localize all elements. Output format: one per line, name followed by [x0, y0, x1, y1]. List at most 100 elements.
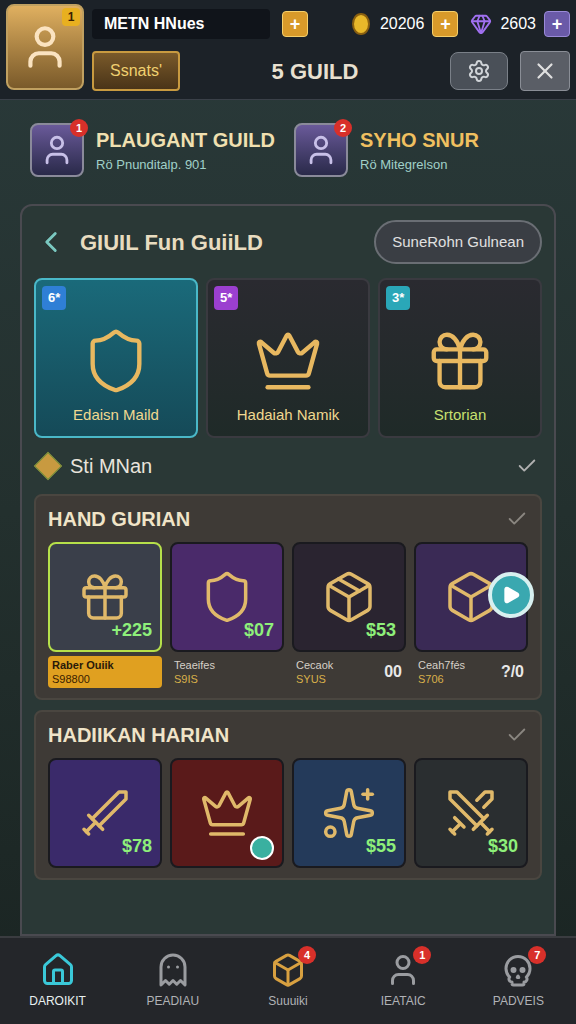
reward-section: HAND GURIAN +225Raber OuiikS98800 $07 Teaei… — [34, 494, 542, 700]
guild-entry[interactable]: 1PLAUGANT GUILDRö Pnunditalp. 901 — [30, 123, 282, 177]
player-name: METN HNues — [104, 12, 204, 36]
item-tile[interactable]: $30 — [414, 758, 528, 868]
item-icon — [77, 569, 133, 625]
featured-card[interactable]: 6* Edaisn Maild — [34, 278, 198, 438]
nav-label: IEATAIC — [381, 992, 426, 1010]
item-tile[interactable] — [170, 758, 284, 868]
panel-button[interactable]: SuneRohn Gulnean — [374, 220, 542, 264]
item-tile[interactable]: $07 TeaeifesS9IS — [170, 542, 284, 688]
item-label: Ceah7fésS706?/0 — [414, 656, 528, 688]
nav-item[interactable]: PEADIAU — [115, 938, 230, 1024]
nav-badge: 1 — [413, 946, 431, 964]
item-icon — [77, 785, 133, 841]
stats-button[interactable]: Ssnats' — [92, 51, 180, 91]
subheader-title: Sti MNan — [70, 451, 504, 481]
nav-item[interactable]: DAROIKIT — [0, 938, 115, 1024]
gem-amount: 2603 — [500, 12, 536, 36]
star-badge: 5* — [214, 286, 238, 310]
plus-button[interactable]: + — [282, 11, 308, 37]
play-icon — [501, 585, 521, 605]
nav-item[interactable]: 7 PADVEIS — [461, 938, 576, 1024]
item-tile[interactable]: $53 CecaokSYUS00 — [292, 542, 406, 688]
section-title: HAND GURIAN — [48, 504, 506, 534]
featured-name: Edaisn Maild — [73, 404, 159, 427]
item-extra: ?/0 — [501, 660, 524, 684]
item-label: Raber OuiikS98800 — [48, 656, 162, 688]
item-sub: S706 — [418, 672, 465, 686]
item-label: TeaeifesS9IS — [170, 656, 284, 688]
guild-avatar-icon — [304, 133, 338, 167]
guild-name: SYHO SNUR — [360, 125, 479, 155]
item-price: $53 — [366, 617, 396, 644]
guild-name: PLAUGANT GUILD — [96, 125, 275, 155]
player-portrait-icon — [20, 22, 70, 72]
item-price: $78 — [122, 833, 152, 860]
action-button[interactable] — [250, 836, 274, 860]
item-name: Teaeifes — [174, 658, 215, 672]
star-badge: 6* — [42, 286, 66, 310]
settings-button[interactable] — [450, 52, 508, 90]
item-price: $07 — [244, 617, 274, 644]
nav-label: PADVEIS — [493, 992, 544, 1010]
item-icon — [199, 785, 255, 841]
guild-badge: 2 — [334, 119, 352, 137]
guild-entry[interactable]: 2SYHO SNURRö Mitegrelson — [294, 123, 546, 177]
level-badge: 1 — [62, 8, 80, 26]
nav-item[interactable]: 1 IEATAIC — [346, 938, 461, 1024]
item-name: Raber Ouiik — [52, 658, 114, 672]
item-label: CecaokSYUS00 — [292, 656, 406, 688]
guild-screen: 1METN HNues+20206+2603+Ssnats'5 GUILD1PL… — [0, 0, 576, 1024]
panel-header: GIUIL Fun GuiiLD SuneRohn Gulnean — [34, 216, 542, 268]
subheader-icon — [34, 452, 62, 480]
screen-title: 5 GUILD — [272, 55, 359, 88]
featured-card[interactable]: 5* Hadaiah Namik — [206, 278, 370, 438]
play-button[interactable] — [488, 572, 534, 618]
check-icon[interactable] — [506, 724, 528, 746]
nav-icon — [155, 952, 191, 988]
star-badge: 3* — [386, 286, 410, 310]
guild-panel: GIUIL Fun GuiiLD SuneRohn Gulnean 6* Edaisn… — [20, 204, 556, 936]
item-sub: S9IS — [174, 672, 215, 686]
nav-icon — [40, 952, 76, 988]
gem-counter: 2603 + — [470, 11, 570, 37]
plus-button[interactable]: + — [544, 11, 570, 37]
nav-item[interactable]: 4Suuuiki — [230, 938, 345, 1024]
panel-title: GIUIL Fun GuiiLD — [80, 226, 362, 259]
item-price: $30 — [488, 833, 518, 860]
close-button[interactable] — [520, 51, 570, 91]
player-name-bar: METN HNues — [92, 9, 270, 39]
nav-badge: 7 — [528, 946, 546, 964]
check-icon[interactable] — [506, 508, 528, 530]
featured-card[interactable]: 3*Srtorian — [378, 278, 542, 438]
subheader-row: Sti MNan — [34, 448, 542, 484]
item-icon — [443, 785, 499, 841]
guild-list: 1PLAUGANT GUILDRö Pnunditalp. 9012SYHO S… — [0, 100, 576, 200]
featured-icon — [253, 326, 323, 396]
guild-avatar-icon — [40, 133, 74, 167]
item-tile[interactable]: +225Raber OuiikS98800 — [48, 542, 162, 688]
item-tile[interactable]: $78 — [48, 758, 162, 868]
gear-icon — [467, 59, 491, 83]
check-icon[interactable] — [516, 455, 538, 477]
player-avatar[interactable]: 1 — [6, 4, 84, 90]
guild-sub: Rö Pnunditalp. 901 — [96, 155, 275, 175]
plus-button[interactable]: + — [432, 11, 458, 37]
item-sub: S98800 — [52, 672, 114, 686]
featured-icon — [425, 326, 495, 396]
top-bar: 1METN HNues+20206+2603+Ssnats'5 GUILD — [0, 0, 576, 100]
featured-name: Hadaiah Namik — [237, 404, 340, 427]
close-icon — [532, 58, 558, 84]
item-extra: 00 — [384, 660, 402, 684]
nav-label: DAROIKIT — [29, 992, 86, 1010]
item-tile[interactable]: $55 — [292, 758, 406, 868]
item-name: Cecaok — [296, 658, 333, 672]
section-title: HADIIKAN HARIAN — [48, 720, 506, 750]
back-icon[interactable] — [34, 225, 68, 259]
featured-row: 6* Edaisn Maild 5* Hadaiah Namik 3*Srtorian — [34, 278, 542, 438]
reward-section: HADIIKAN HARIAN $78 $55 $30 — [34, 710, 542, 880]
guild-badge: 1 — [70, 119, 88, 137]
bottom-nav: DAROIKIT PEADIAU4Suuuiki 1 IEATAIC 7 PADVEIS — [0, 936, 576, 1024]
coin-icon — [350, 13, 372, 35]
item-icon — [321, 569, 377, 625]
featured-icon — [81, 326, 151, 396]
